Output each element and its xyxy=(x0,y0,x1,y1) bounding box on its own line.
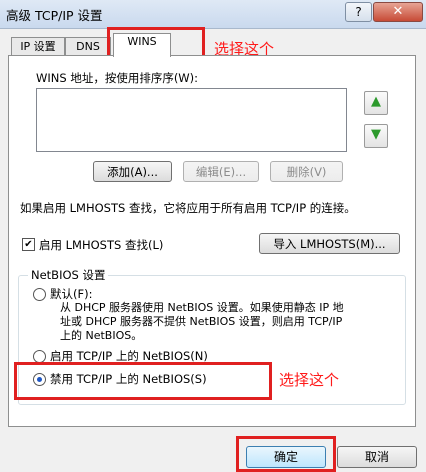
move-down-button[interactable]: ▼ xyxy=(364,124,388,148)
tab-dns[interactable]: DNS xyxy=(65,37,111,56)
lmhosts-description: 如果启用 LMHOSTS 查找，它将应用于所有启用 TCP/IP 的连接。 xyxy=(20,201,356,215)
netbios-default-radio[interactable] xyxy=(33,288,46,301)
tab-wins[interactable]: WINS xyxy=(113,33,171,57)
lmhosts-enable-label: 启用 LMHOSTS 查找(L) xyxy=(39,238,164,252)
option-annotation: 选择这个 xyxy=(279,371,340,389)
add-button[interactable]: 添加(A)... xyxy=(93,161,172,182)
lmhosts-checkbox[interactable]: ✔ xyxy=(22,238,35,251)
arrow-down-icon: ▼ xyxy=(371,127,381,142)
option-highlight-box xyxy=(14,362,272,400)
remove-button[interactable]: 删除(V) xyxy=(270,161,343,182)
close-icon: ✕ xyxy=(392,4,404,19)
netbios-default-desc-1: 从 DHCP 服务器使用 NetBIOS 设置。如果使用静态 IP 地 xyxy=(60,301,344,314)
cancel-button[interactable]: 取消 xyxy=(337,446,417,468)
close-button[interactable]: ✕ xyxy=(373,2,423,22)
ok-highlight-box xyxy=(236,436,336,472)
netbios-default-label: 默认(F): xyxy=(50,287,93,301)
wins-address-list[interactable] xyxy=(36,88,347,152)
window-title: 高级 TCP/IP 设置 xyxy=(6,8,103,23)
wins-list-label: WINS 地址，按使用排序序(W): xyxy=(36,71,199,85)
arrow-up-icon: ▲ xyxy=(371,94,381,109)
netbios-default-desc-2: 址或 DHCP 服务器不提供 NetBIOS 设置，则启用 TCP/IP xyxy=(60,315,343,328)
netbios-default-desc-3: 上的 NetBIOS。 xyxy=(60,329,143,342)
import-lmhosts-button[interactable]: 导入 LMHOSTS(M)... xyxy=(259,233,400,254)
checkmark-icon: ✔ xyxy=(24,239,33,250)
tab-ip-settings[interactable]: IP 设置 xyxy=(11,37,65,56)
netbios-group-title: NetBIOS 设置 xyxy=(28,267,109,283)
edit-button[interactable]: 编辑(E)... xyxy=(183,161,259,182)
help-button[interactable]: ? xyxy=(345,2,372,22)
move-up-button[interactable]: ▲ xyxy=(364,91,388,115)
